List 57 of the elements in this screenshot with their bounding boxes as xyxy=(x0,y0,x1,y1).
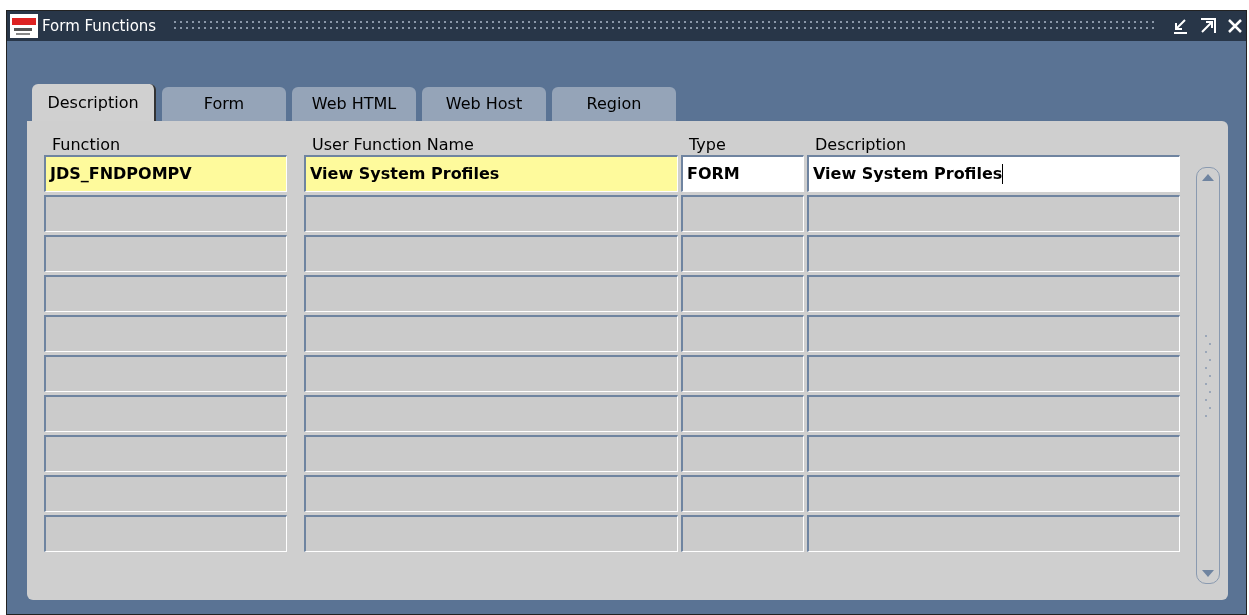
table-cell[interactable] xyxy=(807,235,1180,272)
table-cell[interactable] xyxy=(681,235,804,272)
table-cell[interactable] xyxy=(304,515,678,552)
table-cell[interactable] xyxy=(44,475,287,512)
table-cell[interactable] xyxy=(304,395,678,432)
table-cell[interactable] xyxy=(807,275,1180,312)
table-cell[interactable] xyxy=(681,195,804,232)
table-cell[interactable] xyxy=(807,435,1180,472)
tab[interactable]: Web HTML xyxy=(292,87,416,121)
minimize-icon[interactable] xyxy=(1171,17,1189,35)
table-cell[interactable] xyxy=(681,275,804,312)
scrollbar[interactable] xyxy=(1196,167,1220,584)
table-cell[interactable] xyxy=(681,355,804,392)
table-cell[interactable] xyxy=(44,435,287,472)
table-cell[interactable] xyxy=(44,515,287,552)
window-title: Form Functions xyxy=(42,15,157,37)
table-cell[interactable] xyxy=(681,475,804,512)
table-cell[interactable] xyxy=(44,235,287,272)
table-cell[interactable]: FORM xyxy=(681,155,804,192)
table-cell[interactable] xyxy=(807,315,1180,352)
table-cell[interactable] xyxy=(304,475,678,512)
tab[interactable]: Region xyxy=(552,87,676,121)
table-cell[interactable] xyxy=(681,315,804,352)
table-cell[interactable] xyxy=(681,435,804,472)
table-cell[interactable] xyxy=(681,515,804,552)
table-cell[interactable] xyxy=(44,195,287,232)
tab[interactable]: Form xyxy=(162,87,286,121)
close-icon[interactable] xyxy=(1227,18,1243,34)
column-header: Type xyxy=(689,135,726,154)
column-header: User Function Name xyxy=(312,135,474,154)
table-cell[interactable] xyxy=(304,355,678,392)
table-cell[interactable] xyxy=(304,435,678,472)
tab[interactable]: Description xyxy=(32,84,156,121)
table-cell[interactable] xyxy=(681,395,804,432)
table-cell[interactable]: View System Profiles xyxy=(304,155,678,192)
app-logo-icon xyxy=(10,14,38,38)
table-cell[interactable] xyxy=(304,315,678,352)
scroll-up-icon[interactable] xyxy=(1201,172,1215,182)
table-cell[interactable] xyxy=(807,395,1180,432)
table-cell[interactable] xyxy=(304,235,678,272)
table-cell[interactable] xyxy=(44,355,287,392)
table-cell[interactable] xyxy=(44,275,287,312)
table-cell[interactable] xyxy=(304,195,678,232)
maximize-icon[interactable] xyxy=(1199,17,1217,35)
table-cell[interactable] xyxy=(304,275,678,312)
table-cell[interactable] xyxy=(807,475,1180,512)
table-cell[interactable] xyxy=(807,355,1180,392)
table-cell[interactable] xyxy=(807,195,1180,232)
column-header: Description xyxy=(815,135,907,154)
scroll-down-icon[interactable] xyxy=(1201,569,1215,579)
table-cell[interactable] xyxy=(807,515,1180,552)
column-header: Function xyxy=(52,135,121,154)
table-cell[interactable]: View System Profiles xyxy=(807,155,1180,192)
table-cell[interactable] xyxy=(44,315,287,352)
tab[interactable]: Web Host xyxy=(422,87,546,121)
table-cell[interactable]: JDS_FNDPOMPV xyxy=(44,155,287,192)
table-cell[interactable] xyxy=(44,395,287,432)
